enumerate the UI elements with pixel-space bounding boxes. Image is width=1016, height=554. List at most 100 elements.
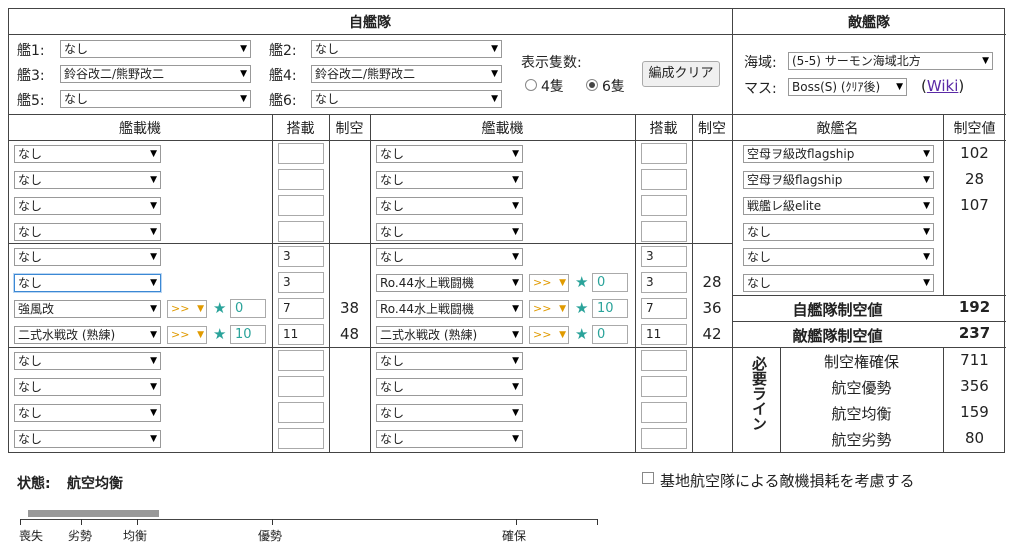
right-equip-select[interactable]: Ro.44水上戦闘機 ▼ [376, 300, 523, 318]
right-slots-input[interactable]: 3 [641, 272, 687, 293]
ship4-select[interactable]: 鈴谷改二/熊野改二 ▼ [311, 65, 502, 83]
chevron-down-icon: ▼ [923, 227, 930, 237]
right-equip-select[interactable]: 二式水戦改 (熟練) ▼ [376, 326, 523, 344]
threshold-label: 制空権確保 [823, 353, 899, 371]
required-line-label: 必要ライン [750, 356, 768, 431]
left-equip-select[interactable]: 強風改 ▼ [14, 300, 161, 318]
right-slots-input[interactable] [641, 221, 687, 242]
improvement-input[interactable]: 0 [230, 299, 266, 318]
ship2-select[interactable]: なし ▼ [311, 40, 502, 58]
right-equip-select[interactable]: なし ▼ [376, 171, 523, 189]
right-slots-input[interactable] [641, 143, 687, 164]
proficiency-select[interactable]: >> ▼ [167, 326, 207, 344]
right-slots-input[interactable] [641, 350, 687, 371]
right-slots-input[interactable]: 11 [641, 324, 687, 345]
right-equip-select[interactable]: なし ▼ [376, 145, 523, 163]
left-equip-select[interactable]: なし ▼ [14, 430, 161, 448]
count-4-radio[interactable] [525, 79, 537, 91]
improvement-input[interactable]: 0 [592, 325, 628, 344]
chevron-down-icon: ▼ [559, 304, 566, 314]
left-slots-input[interactable]: 3 [278, 272, 324, 293]
left-slots-input[interactable] [278, 350, 324, 371]
ship1-label: 艦1: [17, 43, 45, 59]
node-label: マス: [744, 81, 777, 97]
improvement-input[interactable]: 10 [592, 299, 628, 318]
equip-header-left: 艦載機 [119, 121, 161, 137]
right-slots-input[interactable]: 3 [641, 246, 687, 267]
base-air-checkbox[interactable] [642, 472, 654, 484]
right-equip-select[interactable]: なし ▼ [376, 430, 523, 448]
enemy-ship-select[interactable]: 戦艦レ級elite ▼ [743, 197, 934, 215]
ship1-select[interactable]: なし ▼ [60, 40, 251, 58]
proficiency-value: >> [171, 302, 190, 315]
proficiency-select[interactable]: >> ▼ [529, 326, 569, 344]
right-slots-input[interactable] [641, 195, 687, 216]
left-equip-select[interactable]: なし ▼ [14, 274, 161, 292]
right-equip-select[interactable]: Ro.44水上戦闘機 ▼ [376, 274, 523, 292]
right-slots-input[interactable] [641, 428, 687, 449]
right-slots-input[interactable] [641, 169, 687, 190]
left-slots-input[interactable] [278, 195, 324, 216]
right-slots-input[interactable] [641, 376, 687, 397]
left-equip-select[interactable]: なし ▼ [14, 352, 161, 370]
right-equip-select[interactable]: なし ▼ [376, 197, 523, 215]
right-equip-select[interactable]: なし ▼ [376, 352, 523, 370]
right-equip-select[interactable]: なし ▼ [376, 223, 523, 241]
right-slots-input[interactable] [641, 402, 687, 423]
chevron-down-icon: ▼ [982, 56, 989, 66]
area-select[interactable]: (5-5) サーモン海域北方 ▼ [788, 52, 993, 70]
right-equip-select[interactable]: なし ▼ [376, 404, 523, 422]
enemy-ship-select[interactable]: なし ▼ [743, 248, 934, 266]
left-equip-select[interactable]: なし ▼ [14, 171, 161, 189]
chevron-down-icon: ▼ [512, 252, 519, 262]
ship3-label: 艦3: [17, 68, 45, 84]
left-slots-input[interactable] [278, 169, 324, 190]
count-4-label: 4隻 [541, 79, 564, 95]
right-equip-select[interactable]: なし ▼ [376, 248, 523, 266]
left-slots-input[interactable] [278, 428, 324, 449]
left-equip-select[interactable]: なし ▼ [14, 404, 161, 422]
chevron-down-icon: ▼ [150, 330, 157, 340]
left-slots-input[interactable] [278, 376, 324, 397]
enemy-fleet-title: 敵艦隊 [848, 15, 890, 31]
wiki-link[interactable]: Wiki [927, 77, 959, 95]
equip-name: Ro.44水上戦闘機 [380, 276, 475, 290]
left-slots-input[interactable]: 7 [278, 298, 324, 319]
improvement-input[interactable]: 0 [592, 273, 628, 292]
left-slots-input[interactable] [278, 221, 324, 242]
proficiency-value: >> [533, 302, 552, 315]
enemy-total-label: 敵艦隊制空値 [792, 327, 883, 345]
left-equip-select[interactable]: なし ▼ [14, 197, 161, 215]
enemy-ship-select[interactable]: 空母ヲ級flagship ▼ [743, 171, 934, 189]
right-equip-select[interactable]: なし ▼ [376, 378, 523, 396]
chevron-down-icon: ▼ [512, 356, 519, 366]
improvement-input[interactable]: 10 [230, 325, 266, 344]
chevron-down-icon: ▼ [512, 330, 519, 340]
enemy-ship-select[interactable]: なし ▼ [743, 223, 934, 241]
left-slots-input[interactable] [278, 402, 324, 423]
ship3-select[interactable]: 鈴谷改二/熊野改二 ▼ [60, 65, 251, 83]
proficiency-select[interactable]: >> ▼ [529, 300, 569, 318]
node-select[interactable]: Boss(S) (ｸﾘｱ後) ▼ [788, 78, 907, 96]
count-6-radio[interactable] [586, 79, 598, 91]
chevron-down-icon: ▼ [150, 408, 157, 418]
left-slots-input[interactable]: 11 [278, 324, 324, 345]
left-slots-input[interactable]: 3 [278, 246, 324, 267]
left-equip-select[interactable]: なし ▼ [14, 378, 161, 396]
chevron-down-icon: ▼ [512, 434, 519, 444]
clear-fleet-button[interactable]: 編成クリア [642, 61, 720, 87]
proficiency-select[interactable]: >> ▼ [529, 274, 569, 292]
left-equip-select[interactable]: なし ▼ [14, 223, 161, 241]
equip-name: なし [18, 199, 43, 213]
left-slots-input[interactable] [278, 143, 324, 164]
right-slots-input[interactable]: 7 [641, 298, 687, 319]
left-equip-select[interactable]: なし ▼ [14, 248, 161, 266]
chevron-down-icon: ▼ [923, 252, 930, 262]
proficiency-select[interactable]: >> ▼ [167, 300, 207, 318]
left-equip-select[interactable]: なし ▼ [14, 145, 161, 163]
enemy-ship-select[interactable]: なし ▼ [743, 274, 934, 292]
ship6-select[interactable]: なし ▼ [311, 90, 502, 108]
enemy-ship-select[interactable]: 空母ヲ級改flagship ▼ [743, 145, 934, 163]
left-equip-select[interactable]: 二式水戦改 (熟練) ▼ [14, 326, 161, 344]
ship5-select[interactable]: なし ▼ [60, 90, 251, 108]
